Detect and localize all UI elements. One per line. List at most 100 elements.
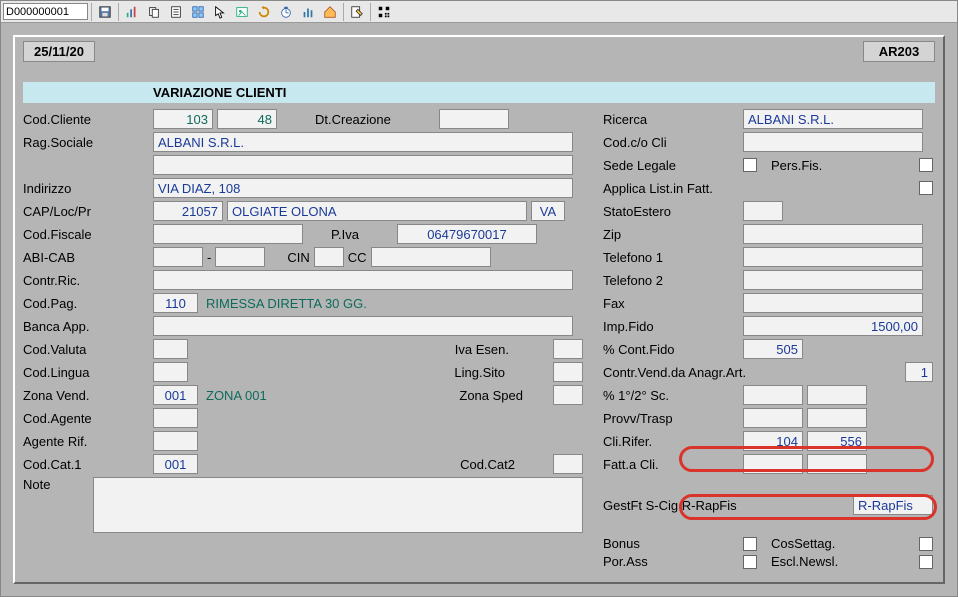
- cod-cliente-1-field[interactable]: 103: [153, 109, 213, 129]
- label-p-iva: P.Iva: [331, 227, 359, 242]
- cod-cat1-field[interactable]: 001: [153, 454, 198, 474]
- chart-icon[interactable]: [122, 3, 142, 21]
- house-icon[interactable]: [320, 3, 340, 21]
- label-telefono2: Telefono 2: [603, 273, 743, 288]
- note-field[interactable]: [93, 477, 583, 533]
- gestft-field[interactable]: R-RapFis: [853, 495, 933, 515]
- pct-sc-2-field[interactable]: [807, 385, 867, 405]
- ling-sito-field[interactable]: [553, 362, 583, 382]
- cap-field[interactable]: 21057: [153, 201, 223, 221]
- telefono2-field[interactable]: [743, 270, 923, 290]
- zip-field[interactable]: [743, 224, 923, 244]
- label-fax: Fax: [603, 296, 743, 311]
- save-icon[interactable]: [95, 3, 115, 21]
- doc-number-input[interactable]: [3, 3, 88, 20]
- cod-agente-field[interactable]: [153, 408, 198, 428]
- label-ricerca: Ricerca: [603, 112, 743, 127]
- paste-icon[interactable]: [166, 3, 186, 21]
- cursor-icon[interactable]: [210, 3, 230, 21]
- rag-sociale-field[interactable]: ALBANI S.R.L.: [153, 132, 573, 152]
- fatt-a-cli-2-field[interactable]: [807, 454, 867, 474]
- cod-pag-desc: RIMESSA DIRETTA 30 GG.: [202, 293, 572, 313]
- cod-cliente-2-field[interactable]: 48: [217, 109, 277, 129]
- label-escl-newsl: Escl.Newsl.: [771, 554, 838, 569]
- bars-icon[interactable]: [298, 3, 318, 21]
- label-cod-pag: Cod.Pag.: [23, 296, 153, 311]
- clock-icon[interactable]: [276, 3, 296, 21]
- cod-pag-field[interactable]: 110: [153, 293, 198, 313]
- cod-co-cli-field[interactable]: [743, 132, 923, 152]
- label-pct-1-2-sc: % 1°/2° Sc.: [603, 388, 743, 403]
- label-cod-cliente: Cod.Cliente: [23, 112, 153, 127]
- pct-cont-fido-field[interactable]: 505: [743, 339, 803, 359]
- label-telefono1: Telefono 1: [603, 250, 743, 265]
- label-cod-lingua: Cod.Lingua: [23, 365, 153, 380]
- label-iva-esen: Iva Esen.: [455, 342, 509, 357]
- zona-sped-field[interactable]: [553, 385, 583, 405]
- label-note: Note: [23, 477, 73, 492]
- p-iva-field[interactable]: 06479670017: [397, 224, 537, 244]
- cossettag-checkbox[interactable]: [919, 537, 933, 551]
- label-cod-co-cli: Cod.c/o Cli: [603, 135, 743, 150]
- label-cod-cat2: Cod.Cat2: [460, 457, 515, 472]
- contr-ric-field[interactable]: [153, 270, 573, 290]
- label-cossettag: CosSettag.: [771, 536, 835, 551]
- image-icon[interactable]: [232, 3, 252, 21]
- escl-newsl-checkbox[interactable]: [919, 555, 933, 569]
- loc-field[interactable]: OLGIATE OLONA: [227, 201, 527, 221]
- cod-valuta-field[interactable]: [153, 339, 188, 359]
- label-provv-trasp: Provv/Trasp: [603, 411, 743, 426]
- fax-field[interactable]: [743, 293, 923, 313]
- cli-rifer-1-field[interactable]: 104: [743, 431, 803, 451]
- cod-fiscale-field[interactable]: [153, 224, 303, 244]
- cab-field[interactable]: [215, 247, 265, 267]
- dt-creazione-field[interactable]: [439, 109, 509, 129]
- imp-fido-field[interactable]: 1500,00: [743, 316, 923, 336]
- label-dt-creazione: Dt.Creazione: [315, 112, 391, 127]
- indirizzo-field[interactable]: VIA DIAZ, 108: [153, 178, 573, 198]
- qr-icon[interactable]: [374, 3, 394, 21]
- label-banca-app: Banca App.: [23, 319, 153, 334]
- refresh-icon[interactable]: [254, 3, 274, 21]
- iva-esen-field[interactable]: [553, 339, 583, 359]
- rag-sociale2-field[interactable]: [153, 155, 573, 175]
- label-cod-agente: Cod.Agente: [23, 411, 153, 426]
- trasp-field[interactable]: [807, 408, 867, 428]
- ricerca-field[interactable]: ALBANI S.R.L.: [743, 109, 923, 129]
- label-fatt-a-cli: Fatt.a Cli.: [603, 457, 743, 472]
- zona-vend-field[interactable]: 001: [153, 385, 198, 405]
- panel-title: VARIAZIONE CLIENTI: [23, 82, 935, 103]
- date-box: 25/11/20: [23, 41, 95, 62]
- banca-app-field[interactable]: [153, 316, 573, 336]
- pct-sc-1-field[interactable]: [743, 385, 803, 405]
- contr-vend-anagr-field[interactable]: 1: [905, 362, 933, 382]
- label-cod-cat1: Cod.Cat.1: [23, 457, 153, 472]
- telefono1-field[interactable]: [743, 247, 923, 267]
- cli-rifer-2-field[interactable]: 556: [807, 431, 867, 451]
- applica-list-checkbox[interactable]: [919, 181, 933, 195]
- cin-field[interactable]: [314, 247, 344, 267]
- cc-field[interactable]: [371, 247, 491, 267]
- label-abi-cab: ABI-CAB: [23, 250, 153, 265]
- fatt-a-cli-1-field[interactable]: [743, 454, 803, 474]
- label-rag-sociale: Rag.Sociale: [23, 135, 153, 150]
- sede-legale-checkbox[interactable]: [743, 158, 757, 172]
- group-icon[interactable]: [188, 3, 208, 21]
- abi-field[interactable]: [153, 247, 203, 267]
- cod-cat2-field[interactable]: [553, 454, 583, 474]
- por-ass-checkbox[interactable]: [743, 555, 757, 569]
- pr-field[interactable]: VA: [531, 201, 565, 221]
- cod-lingua-field[interactable]: [153, 362, 188, 382]
- label-agente-rif: Agente Rif.: [23, 434, 153, 449]
- provv-field[interactable]: [743, 408, 803, 428]
- agente-rif-field[interactable]: [153, 431, 198, 451]
- label-cod-fiscale: Cod.Fiscale: [23, 227, 153, 242]
- label-contr-ric: Contr.Ric.: [23, 273, 153, 288]
- bonus-checkbox[interactable]: [743, 537, 757, 551]
- copy-icon[interactable]: [144, 3, 164, 21]
- label-pers-fis: Pers.Fis.: [771, 158, 822, 173]
- edit-icon[interactable]: [347, 3, 367, 21]
- stato-estero-field[interactable]: [743, 201, 783, 221]
- pers-fis-checkbox[interactable]: [919, 158, 933, 172]
- label-pct-cont-fido: % Cont.Fido: [603, 342, 743, 357]
